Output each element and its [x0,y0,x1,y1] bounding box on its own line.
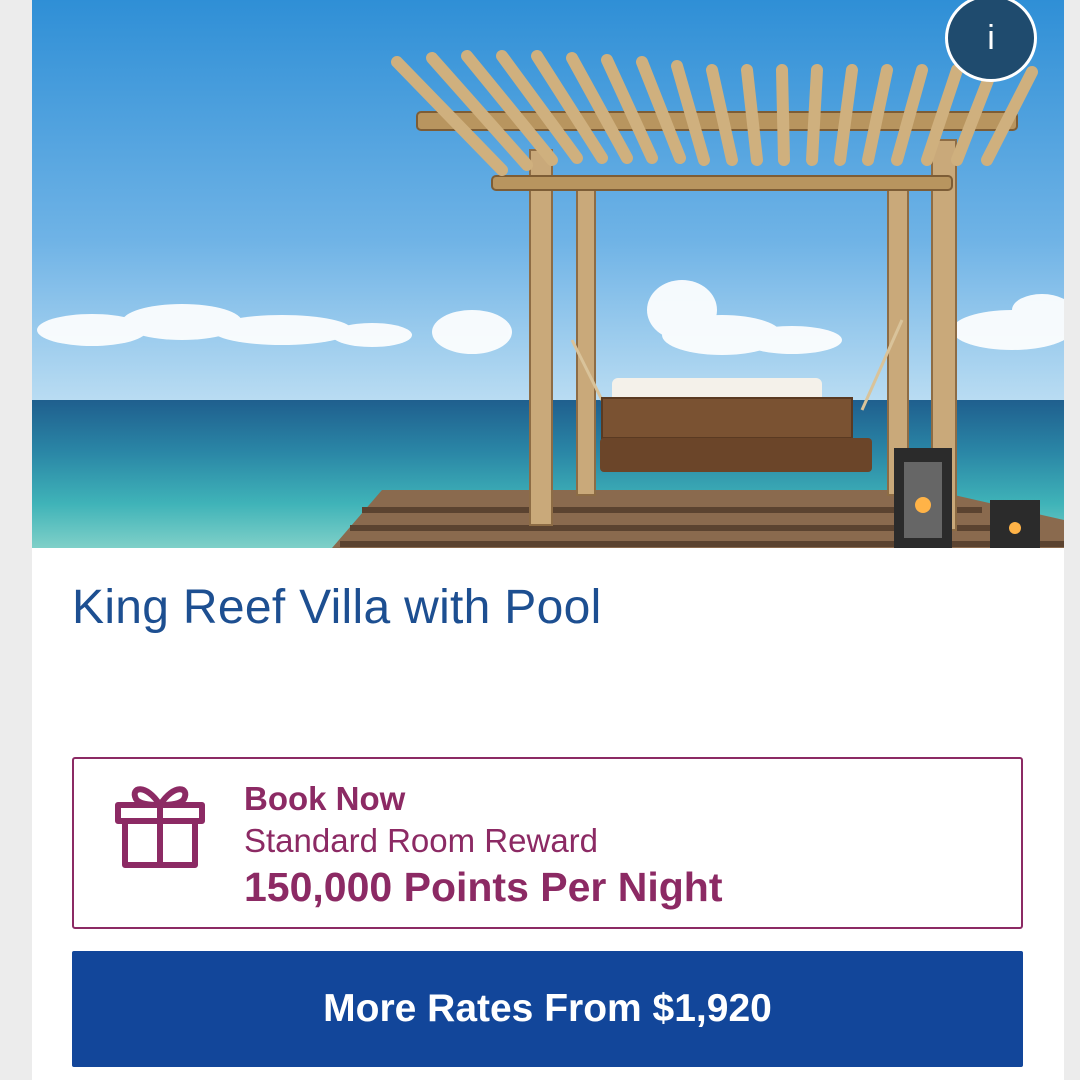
standard-reward-offer[interactable]: Book Now Standard Room Reward 150,000 Po… [72,757,1023,929]
room-card: i King Reef Villa with Pool Book Now Sta… [32,0,1064,1080]
info-icon: i [987,18,995,57]
more-rates-label: More Rates From $1,920 [323,987,772,1030]
reward-text: Book Now Standard Room Reward 150,000 Po… [244,779,723,911]
reward-type-label: Standard Room Reward [244,822,599,859]
reward-points-label: 150,000 Points Per Night [244,864,723,910]
more-rates-button[interactable]: More Rates From $1,920 [72,951,1023,1067]
room-title: King Reef Villa with Pool [72,581,602,634]
book-now-label: Book Now [244,780,406,817]
gift-icon [114,777,206,874]
room-photo[interactable]: i [32,0,1064,548]
